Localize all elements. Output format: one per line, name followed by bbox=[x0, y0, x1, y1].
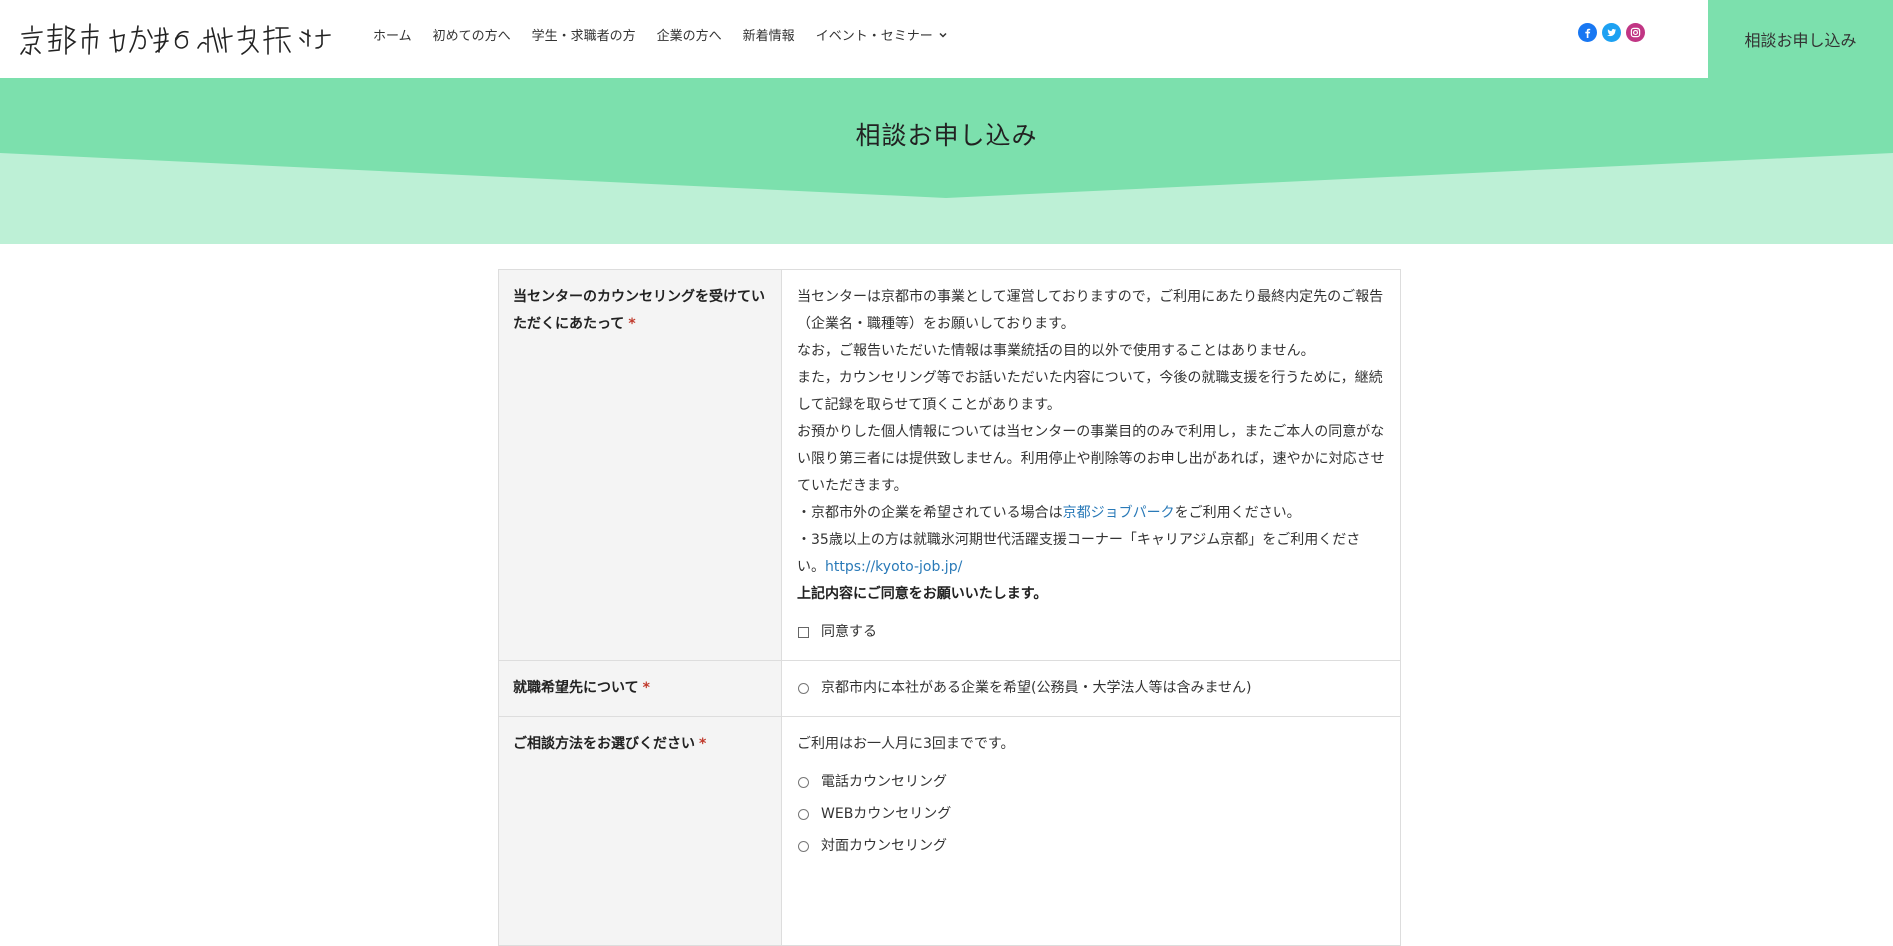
nav-home[interactable]: ホーム bbox=[373, 25, 412, 44]
consent-paragraph-3: また，カウンセリング等でお話いただいた内容について，今後の就職支援を行うために，… bbox=[797, 370, 1383, 413]
agree-checkbox-label: 同意する bbox=[821, 624, 877, 640]
consultation-method-label: ご相談方法をお選びください * bbox=[499, 717, 782, 945]
facebook-icon[interactable] bbox=[1578, 23, 1597, 42]
web-counseling-radio[interactable] bbox=[798, 809, 809, 820]
consent-paragraph-1: 当センターは京都市の事業として運営しておりますので，ご利用にあたり最終内定先のご… bbox=[797, 289, 1384, 332]
kyoto-job-park-link[interactable]: 京都ジョブパーク bbox=[1063, 505, 1175, 521]
social-links bbox=[1578, 23, 1650, 42]
agree-option[interactable]: 同意する bbox=[797, 619, 1385, 646]
web-counseling-label: WEBカウンセリング bbox=[821, 806, 952, 822]
agree-checkbox[interactable] bbox=[798, 627, 809, 638]
form-row-consent: 当センターのカウンセリングを受けていただくにあたって * 当センターは京都市の事業… bbox=[499, 270, 1400, 661]
main-nav: ホーム 初めての方へ 学生・求職者の方 企業の方へ 新着情報 イベント・セミナー bbox=[373, 25, 969, 44]
nav-news[interactable]: 新着情報 bbox=[743, 25, 795, 44]
consent-job-park-line: ・京都市外の企業を希望されている場合は京都ジョブパークをご利用ください。 bbox=[797, 500, 1385, 527]
nav-first-time-label: 初めての方へ bbox=[432, 29, 511, 44]
nav-students-label: 学生・求職者の方 bbox=[531, 29, 636, 44]
kyoto-job-url-link[interactable]: https://kyoto-job.jp/ bbox=[825, 559, 962, 575]
site-header: ホーム 初めての方へ 学生・求職者の方 企業の方へ 新着情報 イベント・セミナー… bbox=[0, 0, 1893, 78]
kyoto-company-radio-label: 京都市内に本社がある企業を希望(公務員・大学法人等は含みません) bbox=[821, 680, 1252, 696]
kyoto-company-option[interactable]: 京都市内に本社がある企業を希望(公務員・大学法人等は含みません) bbox=[797, 675, 1385, 702]
consultation-method-content: ご利用はお一人月に3回までです。 電話カウンセリング WEBカウンセリング 対面… bbox=[782, 717, 1400, 945]
phone-counseling-radio[interactable] bbox=[798, 777, 809, 788]
consultation-form: 当センターのカウンセリングを受けていただくにあたって * 当センターは京都市の事業… bbox=[498, 269, 1401, 946]
consent-label: 当センターのカウンセリングを受けていただくにあたって * bbox=[499, 270, 782, 660]
web-counseling-option[interactable]: WEBカウンセリング bbox=[797, 801, 1385, 828]
in-person-counseling-label: 対面カウンセリング bbox=[821, 838, 947, 854]
consultation-apply-label: 相談お申し込み bbox=[1744, 31, 1857, 50]
nav-news-label: 新着情報 bbox=[742, 29, 795, 44]
phone-counseling-label: 電話カウンセリング bbox=[821, 774, 947, 790]
required-mark: * bbox=[642, 680, 650, 696]
nav-events-label: イベント・セミナー bbox=[815, 29, 933, 44]
twitter-icon[interactable] bbox=[1602, 23, 1621, 42]
hero-banner: 相談お申し込み bbox=[0, 78, 1893, 244]
job-park-after: をご利用ください。 bbox=[1174, 505, 1301, 521]
kyoto-company-radio[interactable] bbox=[798, 683, 809, 694]
instagram-icon[interactable] bbox=[1626, 23, 1645, 42]
job-park-before: ・京都市外の企業を希望されている場合は bbox=[797, 505, 1063, 521]
desired-employer-label: 就職希望先について * bbox=[499, 661, 782, 716]
form-row-desired-employer: 就職希望先について * 京都市内に本社がある企業を希望(公務員・大学法人等は含みま… bbox=[499, 661, 1400, 717]
site-logo[interactable] bbox=[18, 18, 336, 58]
consent-request: 上記内容にご同意をお願いいたします。 bbox=[797, 586, 1048, 602]
consultation-method-label-text: ご相談方法をお選びください bbox=[513, 736, 695, 752]
consent-paragraph-4: お預かりした個人情報については当センターの事業目的のみで利用し，またご本人の同意… bbox=[797, 424, 1385, 494]
consultation-limit-note: ご利用はお一人月に3回までです。 bbox=[797, 736, 1015, 752]
consent-career-line: ・35歳以上の方は就職氷河期世代活躍支援コーナー「キャリアジム京都」をご利用くだ… bbox=[797, 527, 1385, 581]
form-row-consultation-method: ご相談方法をお選びください * ご利用はお一人月に3回までです。 電話カウンセリン… bbox=[499, 717, 1400, 946]
logo-script bbox=[20, 23, 331, 56]
required-mark: * bbox=[699, 736, 707, 752]
nav-home-label: ホーム bbox=[373, 29, 412, 44]
in-person-counseling-option[interactable]: 対面カウンセリング bbox=[797, 833, 1385, 860]
nav-first-time[interactable]: 初めての方へ bbox=[433, 25, 511, 44]
desired-employer-content: 京都市内に本社がある企業を希望(公務員・大学法人等は含みません) bbox=[782, 661, 1400, 716]
consultation-apply-button[interactable]: 相談お申し込み bbox=[1708, 0, 1893, 78]
nav-companies-label: 企業の方へ bbox=[656, 29, 722, 44]
required-mark: * bbox=[628, 316, 636, 332]
consent-label-text: 当センターのカウンセリングを受けていただくにあたって bbox=[513, 289, 765, 332]
in-person-counseling-radio[interactable] bbox=[798, 841, 809, 852]
chevron-down-icon bbox=[939, 32, 947, 38]
desired-employer-label-text: 就職希望先について bbox=[513, 680, 639, 696]
consent-content: 当センターは京都市の事業として運営しておりますので，ご利用にあたり最終内定先のご… bbox=[782, 270, 1400, 660]
hero-background bbox=[0, 78, 1893, 244]
consent-paragraph-2: なお，ご報告いただいた情報は事業統括の目的以外で使用することはありません。 bbox=[797, 343, 1315, 359]
nav-students[interactable]: 学生・求職者の方 bbox=[532, 25, 636, 44]
nav-companies[interactable]: 企業の方へ bbox=[657, 25, 722, 44]
page-title: 相談お申し込み bbox=[855, 121, 1038, 150]
phone-counseling-option[interactable]: 電話カウンセリング bbox=[797, 769, 1385, 796]
nav-events-dropdown[interactable]: イベント・セミナー bbox=[816, 25, 948, 44]
